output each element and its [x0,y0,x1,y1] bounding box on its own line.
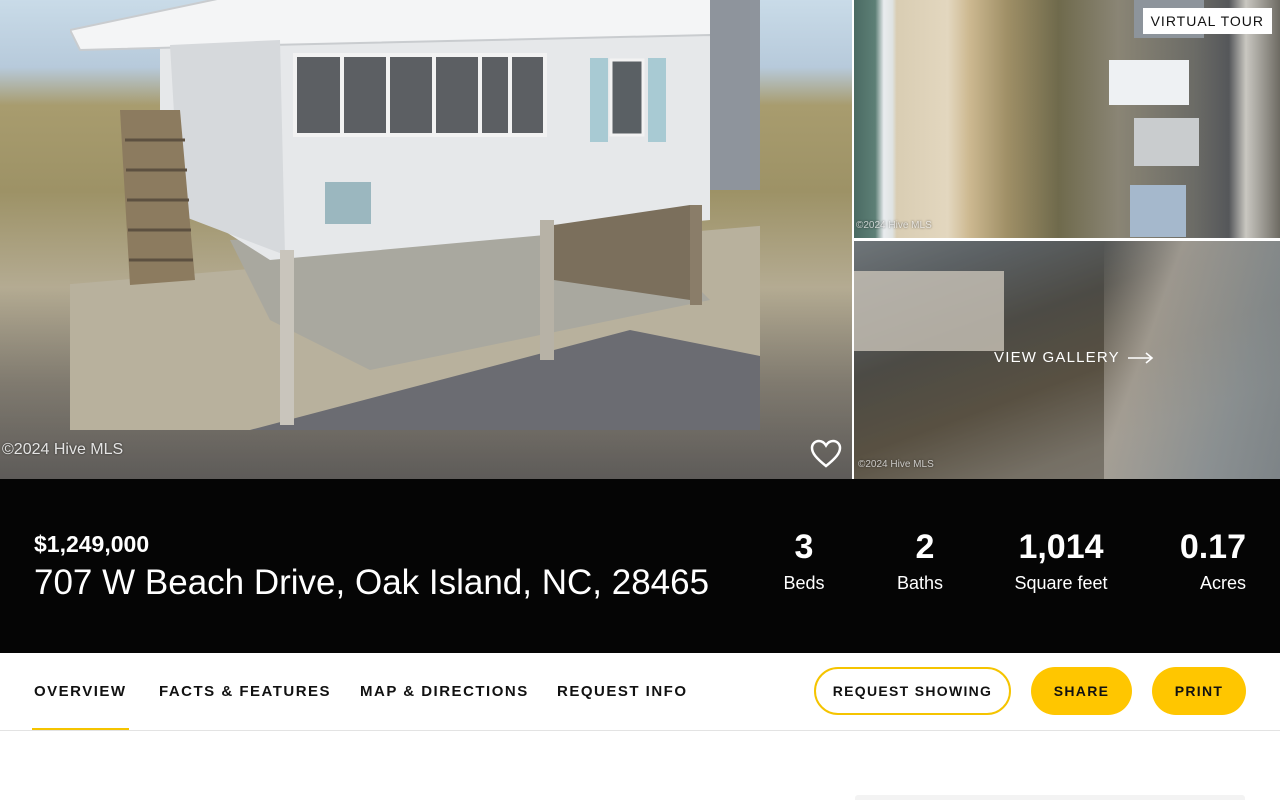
favorite-heart-icon[interactable] [810,439,842,469]
aerial-photo[interactable]: ©2024 Hive MLS VIRTUAL TOUR [854,0,1280,238]
stat-square-feet: 1,014 Square feet [1006,527,1116,594]
photo-watermark: ©2024 Hive MLS [2,441,124,458]
aerial-roof [1109,60,1189,105]
view-gallery-link[interactable]: VIEW GALLERY [994,349,1154,366]
listing-address: 707 W Beach Drive, Oak Island, NC, 28465 [34,563,710,602]
tab-map-directions[interactable]: MAP & DIRECTIONS [360,683,529,700]
beach-houses [854,271,1004,351]
arrow-right-icon [1127,351,1154,364]
view-gallery-label: VIEW GALLERY [994,349,1120,366]
house-illustration [70,0,760,430]
side-photos: ©2024 Hive MLS VIRTUAL TOUR ©2024 Hive M… [854,0,1280,479]
aerial-watermark: ©2024 Hive MLS [856,220,932,231]
stat-value: 0.17 [1179,528,1246,566]
stat-beds: 3 Beds [774,527,834,594]
stat-label: Baths [896,573,944,593]
tab-request-info[interactable]: REQUEST INFO [557,683,688,700]
virtual-tour-button[interactable]: VIRTUAL TOUR [1142,8,1272,34]
aerial-roof [1134,118,1199,166]
listing-summary: $1,249,000 707 W Beach Drive, Oak Island… [0,479,1280,653]
request-showing-button[interactable]: REQUEST SHOWING [814,667,1011,715]
beach-photo[interactable]: ©2024 Hive MLS VIEW GALLERY [854,241,1280,479]
tab-facts-features[interactable]: FACTS & FEATURES [159,683,331,700]
stat-value: 2 [915,528,935,566]
side-card [855,795,1245,800]
content-area [0,731,1280,800]
stat-baths: 2 Baths [888,527,952,594]
print-button[interactable]: PRINT [1152,667,1246,715]
stat-value: 3 [794,528,814,566]
listing-nav: OVERVIEW FACTS & FEATURES MAP & DIRECTIO… [0,653,1280,731]
listing-price: $1,249,000 [34,531,150,557]
tab-overview[interactable]: OVERVIEW [32,683,129,730]
photo-gallery: ©2024 Hive MLS ©2024 Hive MLS VIRTUAL TO… [0,0,1280,479]
beach-watermark: ©2024 Hive MLS [858,459,934,470]
stat-label: Beds [783,573,825,593]
share-button[interactable]: SHARE [1031,667,1132,715]
aerial-roof [1130,185,1186,237]
stat-label: Acres [1199,573,1246,593]
stat-label: Square feet [1014,573,1108,593]
main-photo[interactable]: ©2024 Hive MLS [0,0,852,479]
stat-value: 1,014 [1018,528,1104,566]
stat-acres: 0.17 Acres [1170,527,1250,594]
